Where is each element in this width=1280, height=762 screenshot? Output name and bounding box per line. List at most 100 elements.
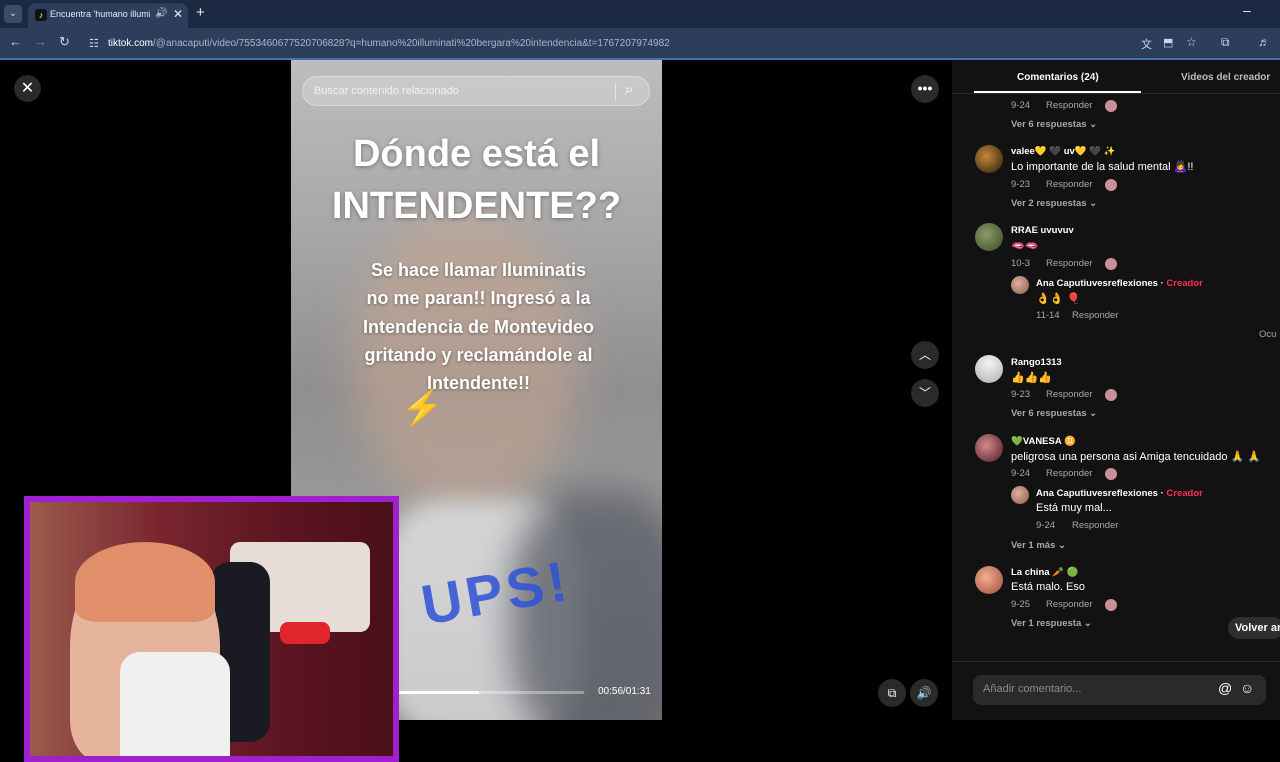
reply-link[interactable]: Responder bbox=[1046, 599, 1092, 610]
comment-date: 10-3 bbox=[1011, 258, 1031, 269]
translate-icon[interactable]: 文 bbox=[1141, 36, 1152, 52]
reply-link[interactable]: Responder bbox=[1072, 520, 1118, 531]
webcam-overlay bbox=[24, 496, 399, 762]
avatar[interactable] bbox=[975, 434, 1003, 462]
forward-icon[interactable]: → bbox=[34, 34, 47, 49]
creator-liked-icon bbox=[1105, 389, 1117, 401]
close-video-button[interactable]: ✕ bbox=[14, 75, 41, 102]
tiktok-page: ✕ Buscar contenido relacionado ⌕ Dónde e… bbox=[0, 60, 1280, 762]
bookmark-star-icon[interactable]: ☆ bbox=[1186, 35, 1197, 49]
avatar[interactable] bbox=[975, 355, 1003, 383]
pip-icon: ⧉ bbox=[887, 686, 897, 700]
reply-link[interactable]: Responder bbox=[1046, 258, 1092, 269]
video-caption-text: Se hace llamar Iluminatis no me paran!! … bbox=[362, 260, 595, 394]
reply-username[interactable]: Ana Caputiuvesreflexiones · Creador bbox=[1036, 278, 1203, 289]
comment-username[interactable]: Rango1313 bbox=[1011, 357, 1062, 368]
panel-divider bbox=[952, 93, 1280, 94]
tab-close-icon[interactable]: ✕ bbox=[173, 7, 183, 21]
comment-text: Está malo. Eso bbox=[1011, 581, 1085, 593]
tab-title: Encuentra 'humano illumin bbox=[50, 9, 150, 19]
pip-button[interactable]: ⧉ bbox=[878, 679, 906, 707]
next-video-button[interactable]: ﹀ bbox=[911, 379, 939, 407]
comment-input[interactable]: Añadir comentario... @ ☺ bbox=[973, 675, 1266, 705]
view-more-link[interactable]: Ver 1 más ⌄ bbox=[1011, 540, 1066, 551]
browser-toolbar: ← → ↻ ☷ tiktok.com/@anacaputi/video/7553… bbox=[0, 28, 1280, 60]
back-icon[interactable]: ← bbox=[9, 34, 22, 49]
reply-link[interactable]: Responder bbox=[1046, 468, 1092, 479]
install-icon[interactable]: ⬒ bbox=[1163, 36, 1173, 49]
webcam-streamer-hair bbox=[75, 542, 215, 622]
creator-badge: Creador bbox=[1166, 488, 1203, 499]
hide-link[interactable]: Ocu bbox=[1259, 329, 1276, 340]
speaker-icon[interactable]: 🔊 bbox=[155, 8, 167, 19]
chevron-down-icon: ﹀ bbox=[918, 386, 931, 400]
creator-liked-icon bbox=[1105, 468, 1117, 480]
view-replies-link[interactable]: Ver 2 respuestas ⌄ bbox=[1011, 198, 1097, 209]
comment-username[interactable]: valee💛 🖤 uv💛 🖤 ✨ bbox=[1011, 146, 1116, 157]
reply-link[interactable]: Responder bbox=[1046, 389, 1092, 400]
comment-date: 9-23 bbox=[1011, 179, 1031, 190]
extensions-icon[interactable]: ⧉ bbox=[1221, 35, 1230, 50]
avatar[interactable] bbox=[975, 145, 1003, 173]
comment-date: 9-24 bbox=[1011, 100, 1031, 111]
chevron-up-icon: ︿ bbox=[918, 348, 931, 362]
previous-video-button[interactable]: ︿ bbox=[911, 341, 939, 369]
reply-link[interactable]: Responder bbox=[1046, 100, 1092, 111]
comment-username[interactable]: La china 🥕 🟢 bbox=[1011, 567, 1078, 578]
reply-link[interactable]: Responder bbox=[1072, 310, 1118, 321]
url-host: tiktok.com bbox=[108, 38, 154, 49]
more-options-button[interactable]: ••• bbox=[911, 75, 939, 103]
tab-creator-videos[interactable]: Videos del creador bbox=[1181, 72, 1270, 83]
back-to-top-button[interactable]: Volver arr bbox=[1228, 617, 1280, 639]
reply-text: 👌👌 🎈 bbox=[1036, 293, 1081, 305]
volume-button[interactable]: 🔊 bbox=[910, 679, 938, 707]
avatar[interactable] bbox=[975, 566, 1003, 594]
minimize-icon[interactable]: – bbox=[1243, 2, 1251, 18]
reply-username[interactable]: Ana Caputiuvesreflexiones · Creador bbox=[1036, 488, 1203, 499]
close-icon: ✕ bbox=[20, 80, 35, 97]
url-path: /@anacaputi/video/7553460677520706828?q=… bbox=[153, 38, 670, 49]
avatar[interactable] bbox=[975, 223, 1003, 251]
tab-comments[interactable]: Comentarios (24) bbox=[1017, 72, 1099, 83]
tab-search-icon[interactable]: ⌄ bbox=[4, 5, 22, 23]
reply-date: 9-24 bbox=[1036, 520, 1056, 531]
search-placeholder: Buscar contenido relacionado bbox=[314, 85, 459, 97]
address-bar[interactable]: tiktok.com/@anacaputi/video/755346067752… bbox=[108, 38, 670, 49]
search-icon[interactable]: ⌕ bbox=[625, 81, 633, 98]
creator-liked-icon bbox=[1105, 100, 1117, 112]
creator-liked-icon bbox=[1105, 258, 1117, 270]
reply-text: Está muy mal... bbox=[1036, 502, 1112, 514]
creator-avatar[interactable] bbox=[1011, 486, 1029, 504]
emoji-icon[interactable]: ☺ bbox=[1240, 680, 1254, 696]
comment-input-placeholder: Añadir comentario... bbox=[983, 683, 1082, 695]
at-icon[interactable]: @ bbox=[1218, 680, 1232, 696]
reply-link[interactable]: Responder bbox=[1046, 179, 1092, 190]
comment-date: 9-23 bbox=[1011, 389, 1031, 400]
view-replies-link[interactable]: Ver 6 respuestas ⌄ bbox=[1011, 119, 1097, 130]
site-info-icon[interactable]: ☷ bbox=[89, 37, 101, 50]
reply-date: 11-14 bbox=[1036, 310, 1060, 321]
view-replies-link[interactable]: Ver 6 respuestas ⌄ bbox=[1011, 408, 1097, 419]
webcam-microphone bbox=[280, 622, 330, 644]
creator-liked-icon bbox=[1105, 599, 1117, 611]
reply-username-text: Ana Caputiuvesreflexiones bbox=[1036, 488, 1158, 499]
media-control-icon[interactable]: ♬ bbox=[1258, 35, 1270, 49]
creator-liked-icon bbox=[1105, 179, 1117, 191]
new-tab-icon[interactable]: + bbox=[196, 4, 205, 21]
related-search-bar[interactable]: Buscar contenido relacionado ⌕ bbox=[302, 76, 650, 106]
browser-tab[interactable]: ♪ Encuentra 'humano illumin 🔊 ✕ bbox=[28, 3, 188, 28]
comment-username[interactable]: 💚VANESA ♊ bbox=[1011, 436, 1076, 447]
comment-text: peligrosa una persona asi Amiga tencuida… bbox=[1011, 451, 1261, 463]
lightning-icon: ⚡ bbox=[401, 389, 444, 427]
video-time: 00:56/01:31 bbox=[598, 686, 651, 697]
panel-bottom-divider bbox=[952, 661, 1280, 662]
view-replies-link[interactable]: Ver 1 respuesta ⌄ bbox=[1011, 618, 1092, 629]
creator-avatar[interactable] bbox=[1011, 276, 1029, 294]
volume-icon: 🔊 bbox=[916, 686, 932, 700]
comment-username[interactable]: RRAE uvuvuv bbox=[1011, 225, 1074, 236]
video-progress-bar[interactable] bbox=[399, 691, 584, 694]
comments-panel: Comentarios (24) Videos del creador 9-24… bbox=[952, 60, 1280, 720]
reload-icon[interactable]: ↻ bbox=[59, 34, 70, 50]
comment-date: 9-24 bbox=[1011, 468, 1031, 479]
comment-date: 9-25 bbox=[1011, 599, 1031, 610]
